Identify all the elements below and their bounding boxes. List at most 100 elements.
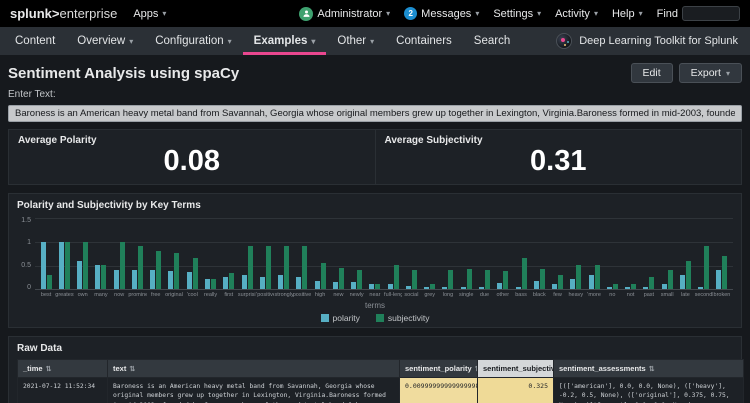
splunk-logo[interactable]: splunk>enterprise bbox=[10, 6, 117, 21]
bar-subjectivity[interactable] bbox=[174, 253, 180, 289]
enter-text-input[interactable] bbox=[8, 105, 742, 122]
bar-polarity[interactable] bbox=[296, 277, 302, 289]
bar-polarity[interactable] bbox=[588, 274, 594, 289]
bar-subjectivity[interactable] bbox=[649, 277, 655, 289]
bar-subjectivity[interactable] bbox=[503, 270, 509, 289]
legend-item-polarity[interactable]: polarity bbox=[320, 313, 360, 323]
bar-subjectivity[interactable] bbox=[302, 246, 308, 289]
nav-item-configuration[interactable]: Configuration ▾ bbox=[144, 27, 242, 55]
bar-polarity[interactable] bbox=[131, 269, 137, 289]
nav-item-overview[interactable]: Overview ▾ bbox=[66, 27, 144, 55]
column-header-text[interactable]: text ⇅ bbox=[107, 358, 400, 378]
bar-subjectivity[interactable] bbox=[119, 241, 125, 289]
bar-subjectivity[interactable] bbox=[576, 265, 582, 289]
nav-item-other[interactable]: Other ▾ bbox=[326, 27, 385, 55]
bar-subjectivity[interactable] bbox=[320, 263, 326, 289]
bar-polarity[interactable] bbox=[460, 286, 466, 289]
bar-polarity[interactable] bbox=[679, 274, 685, 289]
bar-subjectivity[interactable] bbox=[83, 241, 89, 289]
cell-sentiment-assessments[interactable]: [(['american'], 0.0, 0.0, None), (['heav… bbox=[553, 376, 744, 403]
bar-subjectivity[interactable] bbox=[631, 284, 637, 289]
bar-polarity[interactable] bbox=[223, 277, 229, 289]
bar-polarity[interactable] bbox=[552, 284, 558, 289]
bar-polarity[interactable] bbox=[497, 282, 503, 289]
bar-subjectivity[interactable] bbox=[137, 246, 143, 289]
legend-item-subjectivity[interactable]: subjectivity bbox=[375, 313, 429, 323]
bar-subjectivity[interactable] bbox=[594, 265, 600, 289]
settings-menu[interactable]: Settings ▾ bbox=[493, 8, 541, 20]
bar-subjectivity[interactable] bbox=[375, 284, 381, 289]
bar-subjectivity[interactable] bbox=[265, 246, 271, 289]
edit-button[interactable]: Edit bbox=[630, 63, 673, 83]
bar-subjectivity[interactable] bbox=[612, 284, 618, 289]
bar-polarity[interactable] bbox=[40, 241, 46, 289]
column-header-sentiment_assessments[interactable]: sentiment_assessments ⇅ bbox=[553, 358, 744, 378]
bar-polarity[interactable] bbox=[405, 286, 411, 289]
column-header-_time[interactable]: _time ⇅ bbox=[17, 358, 108, 378]
bar-polarity[interactable] bbox=[424, 286, 430, 289]
sort-icon[interactable]: ⇅ bbox=[129, 366, 135, 373]
bar-polarity[interactable] bbox=[58, 241, 64, 289]
bar-subjectivity[interactable] bbox=[466, 268, 472, 289]
find-input[interactable] bbox=[682, 6, 740, 21]
bar-subjectivity[interactable] bbox=[229, 273, 235, 289]
bar-polarity[interactable] bbox=[259, 277, 265, 289]
cell-text[interactable]: Baroness is an American heavy metal band… bbox=[107, 376, 400, 403]
bar-subjectivity[interactable] bbox=[211, 279, 217, 289]
bar-subjectivity[interactable] bbox=[247, 246, 253, 289]
cell-time[interactable]: 2021-07-12 11:52:34 bbox=[17, 376, 108, 403]
apps-menu[interactable]: Apps ▾ bbox=[133, 8, 166, 20]
bar-polarity[interactable] bbox=[168, 271, 174, 289]
bar-polarity[interactable] bbox=[387, 284, 393, 289]
bar-polarity[interactable] bbox=[625, 286, 631, 289]
bar-polarity[interactable] bbox=[698, 286, 704, 289]
cell-sentiment-subjectivity[interactable]: 0.325 bbox=[477, 376, 554, 403]
bar-polarity[interactable] bbox=[95, 265, 101, 289]
export-button[interactable]: Export ▾ bbox=[678, 63, 742, 83]
bar-polarity[interactable] bbox=[113, 269, 119, 289]
nav-item-content[interactable]: Content bbox=[4, 27, 66, 55]
bar-polarity[interactable] bbox=[150, 269, 156, 289]
messages-menu[interactable]: 2 Messages ▾ bbox=[404, 7, 479, 20]
table-row[interactable]: 2021-07-12 11:52:34 Baroness is an Americ… bbox=[17, 376, 744, 403]
bar-subjectivity[interactable] bbox=[667, 269, 673, 289]
bar-subjectivity[interactable] bbox=[521, 258, 527, 289]
bar-subjectivity[interactable] bbox=[411, 269, 417, 289]
sort-icon[interactable]: ⇅ bbox=[46, 366, 52, 373]
bar-polarity[interactable] bbox=[643, 286, 649, 289]
nav-item-containers[interactable]: Containers bbox=[385, 27, 463, 55]
bar-polarity[interactable] bbox=[186, 272, 192, 289]
bar-subjectivity[interactable] bbox=[46, 274, 52, 289]
bar-subjectivity[interactable] bbox=[284, 246, 290, 289]
bar-polarity[interactable] bbox=[661, 284, 667, 289]
bar-polarity[interactable] bbox=[369, 284, 375, 289]
bar-polarity[interactable] bbox=[606, 286, 612, 289]
bar-polarity[interactable] bbox=[205, 279, 211, 289]
bar-polarity[interactable] bbox=[533, 280, 539, 289]
sort-icon[interactable]: ⇅ bbox=[649, 366, 655, 373]
bar-subjectivity[interactable] bbox=[393, 265, 399, 289]
bar-subjectivity[interactable] bbox=[156, 251, 162, 289]
bar-subjectivity[interactable] bbox=[485, 269, 490, 289]
bar-subjectivity[interactable] bbox=[64, 241, 70, 289]
bar-subjectivity[interactable] bbox=[338, 267, 344, 289]
bar-polarity[interactable] bbox=[241, 274, 247, 289]
bar-subjectivity[interactable] bbox=[101, 265, 107, 289]
bar-polarity[interactable] bbox=[479, 286, 484, 289]
bar-subjectivity[interactable] bbox=[430, 284, 436, 289]
bar-polarity[interactable] bbox=[570, 279, 576, 289]
bar-subjectivity[interactable] bbox=[539, 268, 545, 289]
bar-subjectivity[interactable] bbox=[722, 255, 728, 289]
nav-item-search[interactable]: Search bbox=[463, 27, 521, 55]
bar-polarity[interactable] bbox=[278, 274, 284, 289]
bar-subjectivity[interactable] bbox=[704, 246, 710, 289]
nav-item-examples[interactable]: Examples ▾ bbox=[243, 27, 327, 55]
bar-polarity[interactable] bbox=[332, 282, 338, 289]
bar-polarity[interactable] bbox=[77, 260, 83, 289]
bar-polarity[interactable] bbox=[314, 281, 320, 289]
column-header-sentiment_polarity[interactable]: sentiment_polarity⇅ bbox=[399, 358, 478, 378]
bar-polarity[interactable] bbox=[515, 286, 521, 289]
bar-polarity[interactable] bbox=[351, 282, 357, 289]
bar-subjectivity[interactable] bbox=[192, 258, 198, 289]
activity-menu[interactable]: Activity ▾ bbox=[555, 8, 598, 20]
